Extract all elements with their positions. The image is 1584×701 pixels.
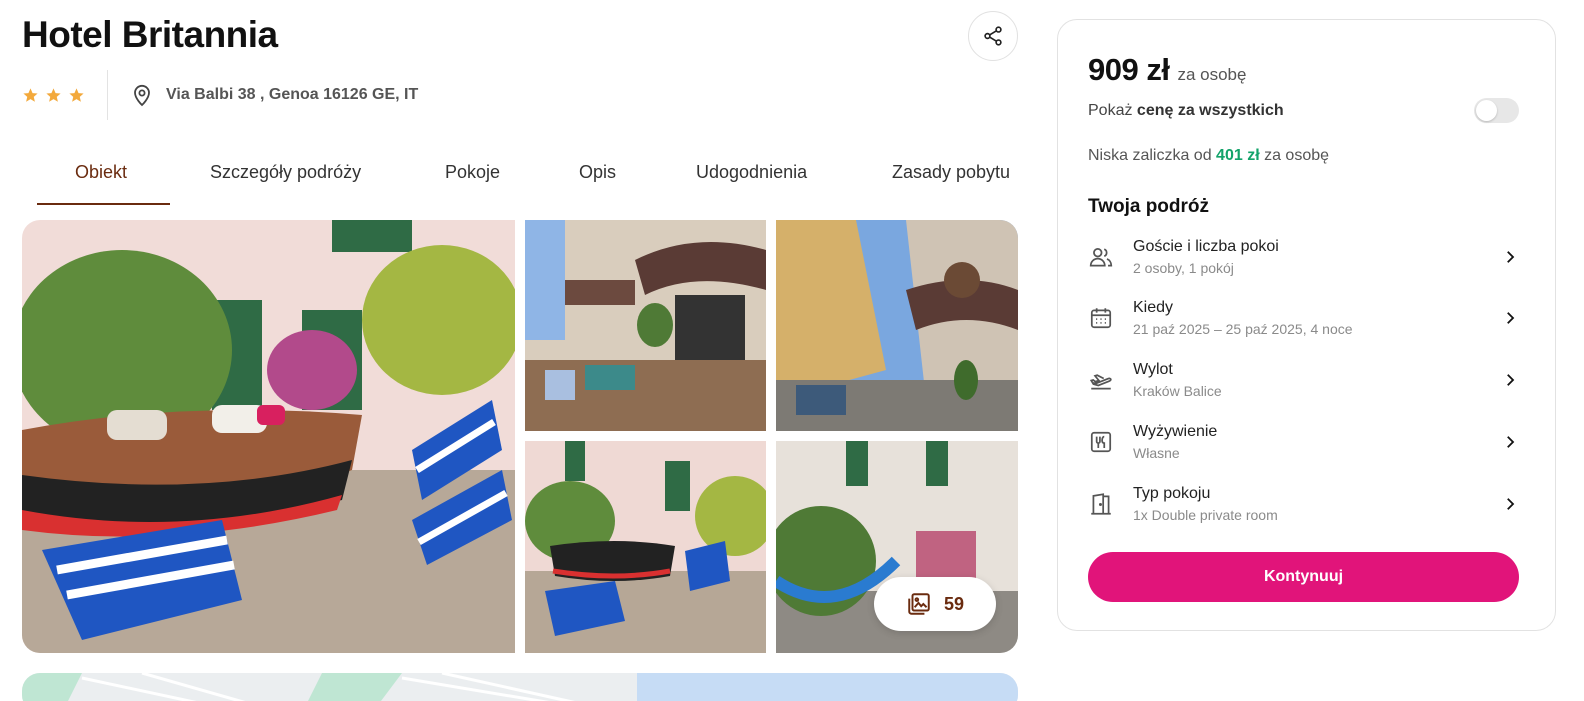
booking-card: 909 zł za osobę Pokaż cenę za wszystkich… [1057, 19, 1556, 631]
active-tab-indicator [37, 203, 170, 205]
hotel-title: Hotel Britannia [22, 14, 278, 55]
chevron-right-icon [1507, 498, 1515, 510]
plane-departure-icon [1089, 374, 1112, 390]
tab-opis[interactable]: Opis [579, 162, 616, 183]
share-icon [984, 26, 1002, 46]
trip-item-title: Typ pokoju [1133, 485, 1211, 502]
price-row: 909 zł za osobę [1088, 52, 1246, 88]
section-tabs: Obiekt Szczegóły podróży Pokoje Opis Udo… [22, 148, 1018, 206]
continue-button[interactable]: Kontynuuj [1088, 552, 1519, 602]
photo-count: 59 [943, 593, 965, 614]
toggle-label: Pokaż cenę za wszystkich [1088, 101, 1284, 119]
gallery-photo-entrance[interactable] [525, 220, 766, 431]
trip-item-title: Goście i liczba pokoi [1133, 238, 1279, 255]
calendar-icon [1090, 308, 1112, 329]
trip-item-title: Wyżywienie [1133, 423, 1218, 440]
star-icon [69, 87, 84, 102]
hotel-meta: Via Balbi 38 , Genoa 16126 GE, IT [22, 70, 418, 120]
chevron-right-icon [1507, 251, 1515, 263]
guests-icon [1089, 248, 1113, 267]
trip-item-subtitle: 21 paź 2025 – 25 paź 2025, 4 noce [1133, 321, 1353, 337]
share-button[interactable] [968, 11, 1018, 61]
total-price-toggle[interactable] [1474, 98, 1519, 123]
tab-zasady-pobytu[interactable]: Zasady pobytu [892, 162, 1010, 183]
trip-item-subtitle: 1x Double private room [1133, 507, 1278, 523]
tab-obiekt[interactable]: Obiekt [75, 162, 127, 183]
trip-item-guests[interactable]: Goście i liczba pokoi 2 osoby, 1 pokój [1088, 232, 1519, 282]
total-price-toggle-row: Pokaż cenę za wszystkich [1088, 98, 1519, 123]
meta-divider [107, 70, 108, 120]
photo-count-button[interactable]: 59 [874, 577, 996, 631]
trip-item-title: Kiedy [1133, 299, 1174, 316]
trip-item-subtitle: 2 osoby, 1 pokój [1133, 260, 1234, 276]
trip-item-title: Wylot [1133, 361, 1173, 378]
chevron-right-icon [1507, 436, 1515, 448]
tab-udogodnienia[interactable]: Udogodnienia [696, 162, 807, 183]
photo-gallery [22, 220, 1018, 653]
trip-item-meals[interactable]: Wyżywienie Własne [1088, 417, 1519, 467]
star-icon [23, 87, 38, 102]
deposit-amount: 401 zł [1216, 147, 1260, 164]
map-preview[interactable] [22, 673, 1018, 701]
star-rating [22, 87, 107, 104]
tab-pokoje[interactable]: Pokoje [445, 162, 500, 183]
trip-item-room-type[interactable]: Typ pokoju 1x Double private room [1088, 479, 1519, 529]
door-icon [1091, 493, 1111, 515]
trip-item-subtitle: Kraków Balice [1133, 383, 1222, 399]
hotel-address: Via Balbi 38 , Genoa 16126 GE, IT [166, 86, 419, 103]
trip-item-departure[interactable]: Wylot Kraków Balice [1088, 355, 1519, 405]
chevron-right-icon [1507, 312, 1515, 324]
tab-szczegoly-podrozy[interactable]: Szczegóły podróży [210, 162, 361, 183]
trip-item-dates[interactable]: Kiedy 21 paź 2025 – 25 paź 2025, 4 noce [1088, 293, 1519, 343]
gallery-photo-main[interactable] [22, 220, 515, 653]
chevron-right-icon [1507, 374, 1515, 386]
hotel-page: Hotel Britannia Via Balbi 38 , Genoa 161… [0, 0, 1584, 701]
star-icon [46, 87, 61, 102]
gallery-photo-street[interactable] [776, 220, 1018, 431]
trip-item-subtitle: Własne [1133, 445, 1180, 461]
price-per-person: za osobę [1177, 65, 1247, 84]
trip-heading: Twoja podróż [1088, 196, 1210, 217]
price: 909 zł [1088, 52, 1170, 87]
gallery-photo-terrace[interactable] [525, 441, 766, 653]
gallery-icon [908, 593, 930, 615]
deposit-info: Niska zaliczka od 401 zł za osobę [1088, 147, 1330, 164]
cutlery-icon [1090, 431, 1112, 453]
location-pin-icon [134, 84, 150, 107]
